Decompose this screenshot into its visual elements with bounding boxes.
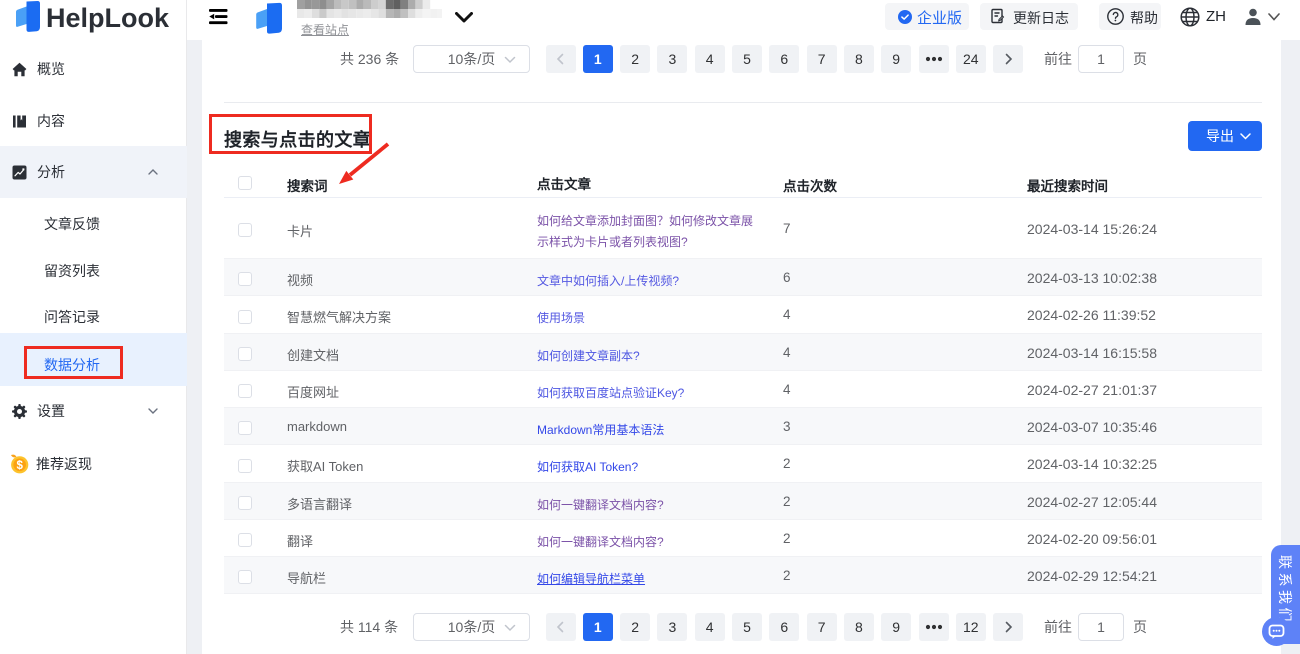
- svg-text:$: $: [16, 460, 23, 472]
